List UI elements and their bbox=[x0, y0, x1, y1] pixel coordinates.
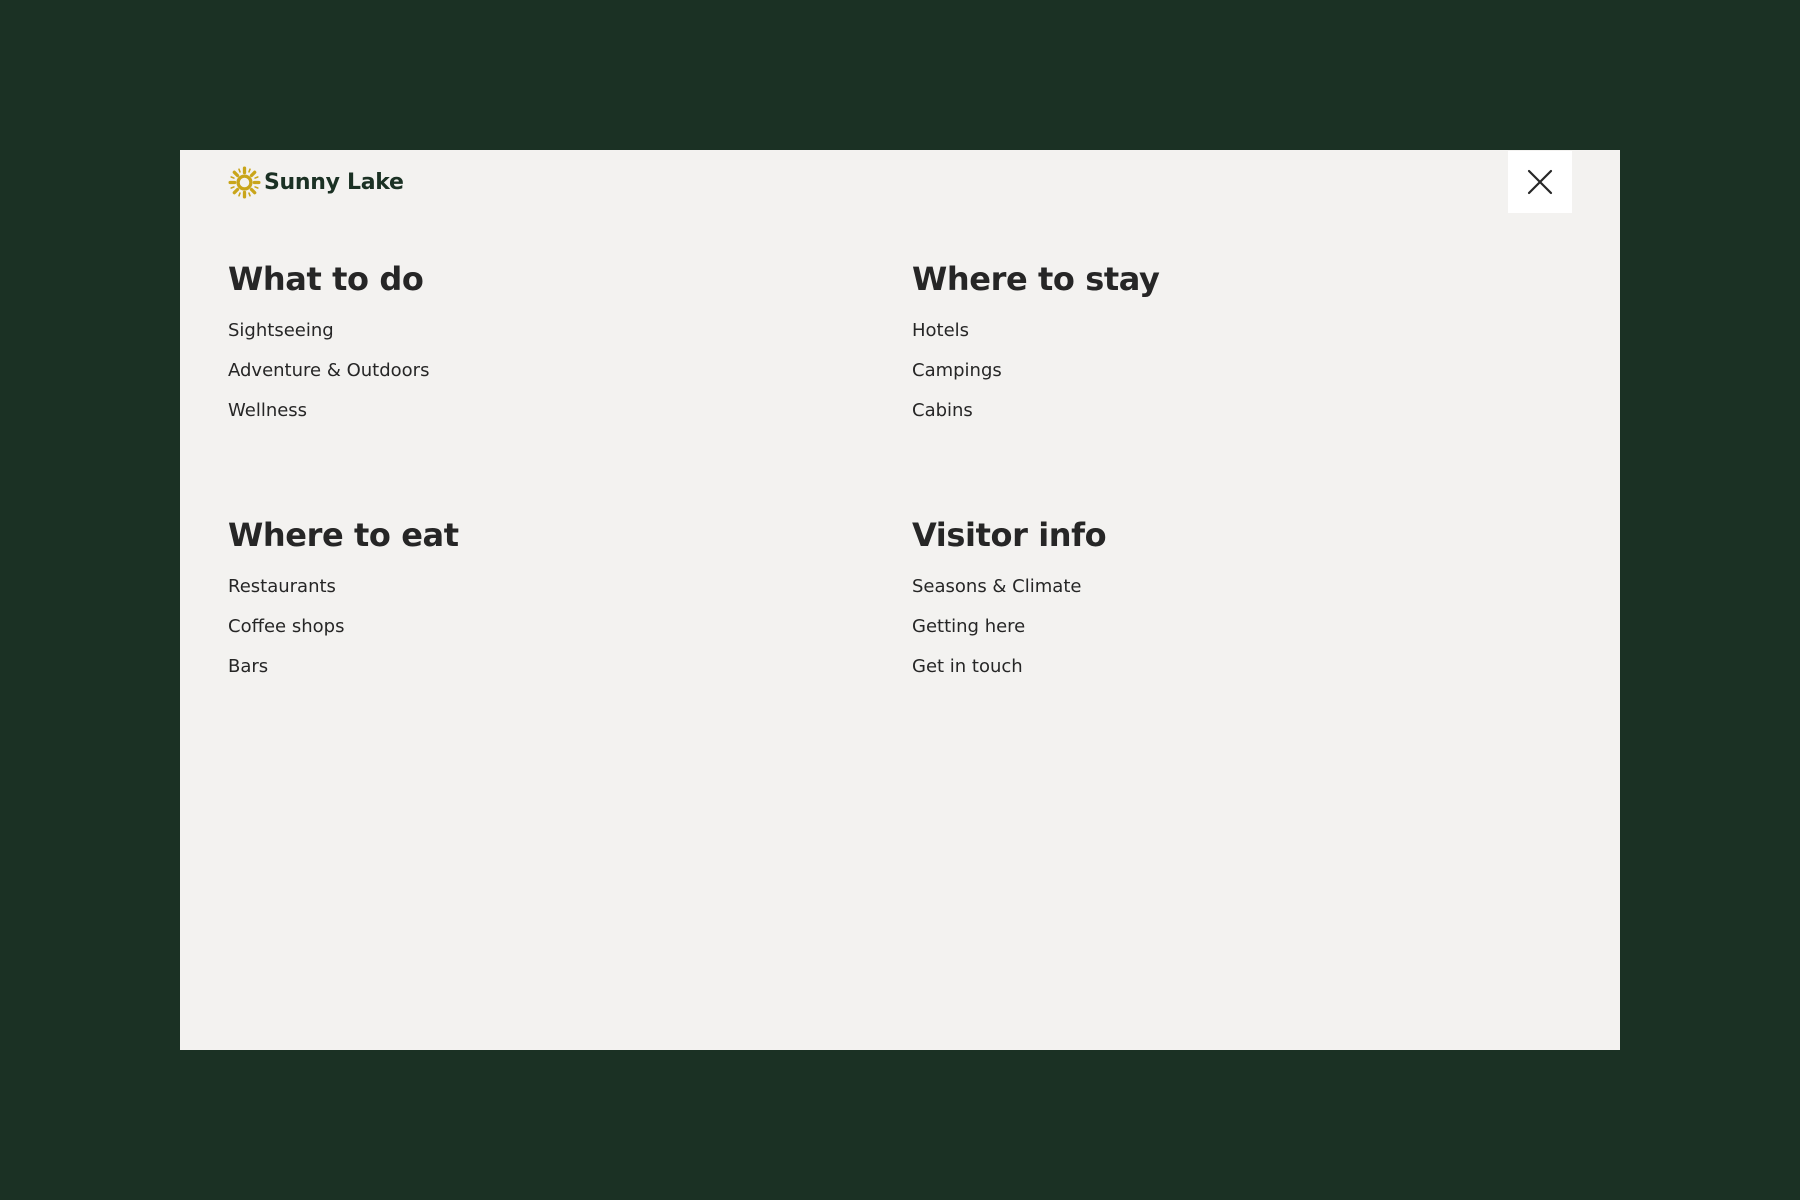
list-item: Sightseeing bbox=[228, 310, 828, 350]
list-item: Campings bbox=[912, 350, 1512, 390]
section-link-list: Seasons & Climate Getting here Get in to… bbox=[912, 566, 1512, 686]
navigation-menu-panel: Sunny Lake What to do Sightseeing Advent… bbox=[180, 150, 1620, 1050]
list-item: Coffee shops bbox=[228, 606, 828, 646]
menu-link-campings[interactable]: Campings bbox=[912, 360, 1002, 381]
menu-section-what-to-do: What to do Sightseeing Adventure & Outdo… bbox=[228, 258, 828, 430]
menu-section-where-to-stay: Where to stay Hotels Campings Cabins bbox=[912, 258, 1512, 430]
site-logo[interactable]: Sunny Lake bbox=[228, 165, 404, 199]
menu-link-hotels[interactable]: Hotels bbox=[912, 320, 969, 341]
section-heading: Visitor info bbox=[912, 516, 1107, 554]
logo-text: Sunny Lake bbox=[264, 169, 404, 195]
menu-link-wellness[interactable]: Wellness bbox=[228, 400, 307, 421]
list-item: Get in touch bbox=[912, 646, 1512, 686]
list-item: Adventure & Outdoors bbox=[228, 350, 828, 390]
menu-link-adventure-outdoors[interactable]: Adventure & Outdoors bbox=[228, 360, 429, 381]
list-item: Hotels bbox=[912, 310, 1512, 350]
menu-section-where-to-eat: Where to eat Restaurants Coffee shops Ba… bbox=[228, 514, 828, 686]
menu-link-get-in-touch[interactable]: Get in touch bbox=[912, 656, 1023, 677]
menu-link-bars[interactable]: Bars bbox=[228, 656, 268, 677]
close-icon bbox=[1526, 168, 1554, 196]
menu-link-coffee-shops[interactable]: Coffee shops bbox=[228, 616, 344, 637]
list-item: Wellness bbox=[228, 390, 828, 430]
menu-link-restaurants[interactable]: Restaurants bbox=[228, 576, 336, 597]
section-link-list: Hotels Campings Cabins bbox=[912, 310, 1512, 430]
menu-link-sightseeing[interactable]: Sightseeing bbox=[228, 320, 334, 341]
menu-link-cabins[interactable]: Cabins bbox=[912, 400, 973, 421]
menu-link-seasons-climate[interactable]: Seasons & Climate bbox=[912, 576, 1081, 597]
list-item: Cabins bbox=[912, 390, 1512, 430]
list-item: Bars bbox=[228, 646, 828, 686]
list-item: Getting here bbox=[912, 606, 1512, 646]
list-item: Seasons & Climate bbox=[912, 566, 1512, 606]
sun-icon bbox=[228, 165, 261, 199]
section-heading: What to do bbox=[228, 260, 424, 298]
section-link-list: Restaurants Coffee shops Bars bbox=[228, 566, 828, 686]
menu-link-getting-here[interactable]: Getting here bbox=[912, 616, 1025, 637]
section-link-list: Sightseeing Adventure & Outdoors Wellnes… bbox=[228, 310, 828, 430]
section-heading: Where to stay bbox=[912, 260, 1160, 298]
section-heading: Where to eat bbox=[228, 516, 459, 554]
close-menu-button[interactable] bbox=[1508, 151, 1572, 213]
list-item: Restaurants bbox=[228, 566, 828, 606]
menu-section-visitor-info: Visitor info Seasons & Climate Getting h… bbox=[912, 514, 1512, 686]
